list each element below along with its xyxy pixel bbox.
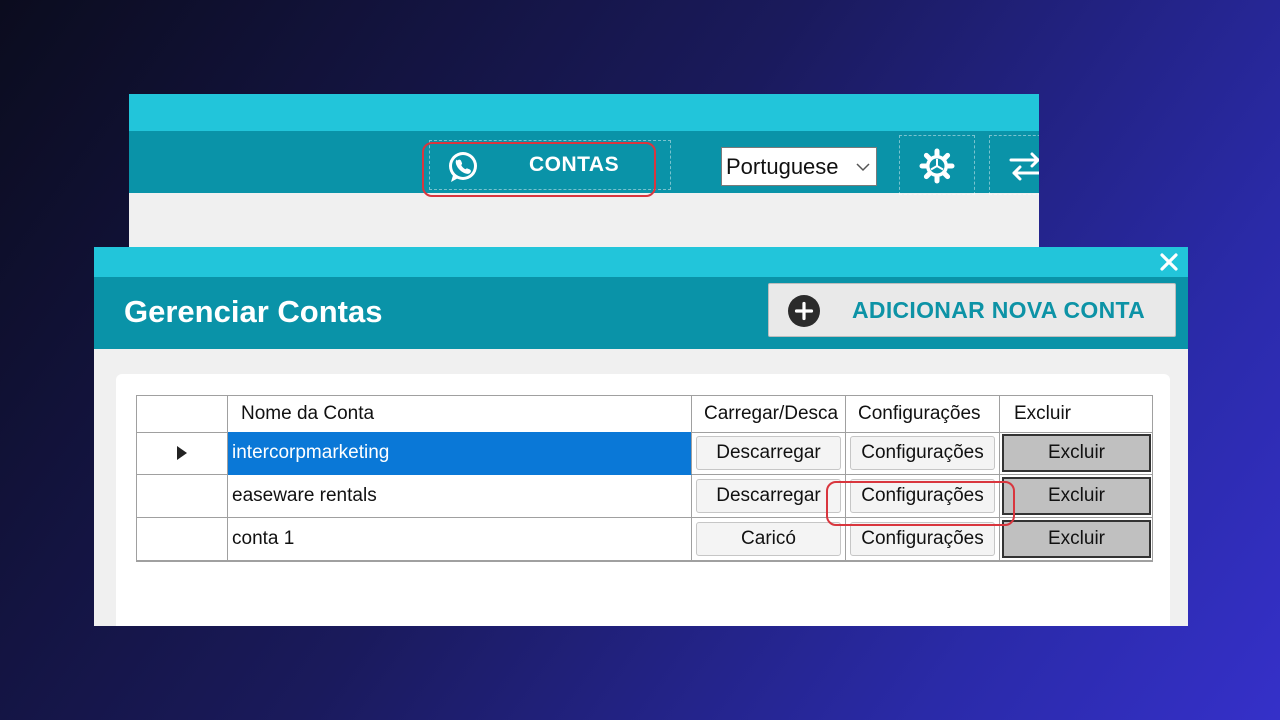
account-name-cell[interactable]: easeware rentals (228, 475, 692, 518)
delete-cell: Excluir (1000, 518, 1152, 561)
delete-button[interactable]: Excluir (1002, 434, 1151, 472)
column-header-load-unload[interactable]: Carregar/Desca (692, 396, 846, 432)
delete-button[interactable]: Excluir (1002, 477, 1151, 515)
accounts-grid: Nome da Conta Carregar/Desca Configuraçõ… (136, 395, 1153, 562)
chevron-down-icon (856, 162, 870, 171)
row-header-cell[interactable] (137, 432, 228, 475)
main-toolbar: CONTAS Portuguese (129, 131, 1039, 197)
language-select[interactable]: Portuguese (721, 147, 877, 186)
unload-button[interactable]: Descarregar (696, 436, 841, 470)
add-new-account-button[interactable]: ADICIONAR NOVA CONTA (768, 283, 1176, 337)
dialog-header: Gerenciar Contas ADICIONAR NOVA CONTA (94, 277, 1188, 349)
column-header-delete[interactable]: Excluir (1000, 396, 1152, 432)
add-new-account-label: ADICIONAR NOVA CONTA (852, 297, 1146, 323)
language-dropdown-arrow[interactable] (850, 148, 876, 185)
plus-circle-icon (788, 295, 820, 327)
account-name-cell[interactable]: conta 1 (228, 518, 692, 561)
manage-accounts-dialog: Gerenciar Contas ADICIONAR NOVA CONTA No… (94, 247, 1188, 626)
swap-arrows-icon (1009, 152, 1039, 181)
contas-highlight (422, 142, 656, 197)
main-window-titlebar (129, 94, 1039, 131)
table-row[interactable]: intercorpmarketing Descarregar Configura… (137, 432, 1152, 475)
language-value: Portuguese (726, 153, 839, 179)
load-cell: Descarregar (692, 432, 846, 475)
load-button[interactable]: Caricó (696, 522, 841, 556)
grid-header-row: Nome da Conta Carregar/Desca Configuraçõ… (137, 396, 1152, 433)
configurations-highlight (826, 481, 1015, 526)
dialog-title: Gerenciar Contas (124, 294, 383, 329)
settings-button[interactable] (899, 135, 975, 195)
configurations-button[interactable]: Configurações (850, 436, 995, 470)
load-cell: Caricó (692, 518, 846, 561)
dialog-titlebar (94, 247, 1188, 277)
close-icon[interactable] (1156, 249, 1182, 275)
swap-button[interactable] (989, 135, 1039, 195)
row-header-cell[interactable] (137, 475, 228, 518)
delete-cell: Excluir (1000, 475, 1152, 518)
row-pointer-icon (177, 446, 187, 460)
main-window: CONTAS Portuguese (129, 94, 1039, 254)
row-header-cell[interactable] (137, 518, 228, 561)
account-name-cell[interactable]: intercorpmarketing (228, 432, 692, 475)
load-cell: Descarregar (692, 475, 846, 518)
delete-cell: Excluir (1000, 432, 1152, 475)
unload-button[interactable]: Descarregar (696, 479, 841, 513)
gear-icon (919, 148, 955, 184)
column-header-account-name[interactable]: Nome da Conta (228, 396, 692, 432)
row-header-column (137, 396, 228, 432)
delete-button[interactable]: Excluir (1002, 520, 1151, 558)
configurations-button[interactable]: Configurações (850, 522, 995, 556)
column-header-settings[interactable]: Configurações (846, 396, 1000, 432)
settings-cell: Configurações (846, 432, 1000, 475)
